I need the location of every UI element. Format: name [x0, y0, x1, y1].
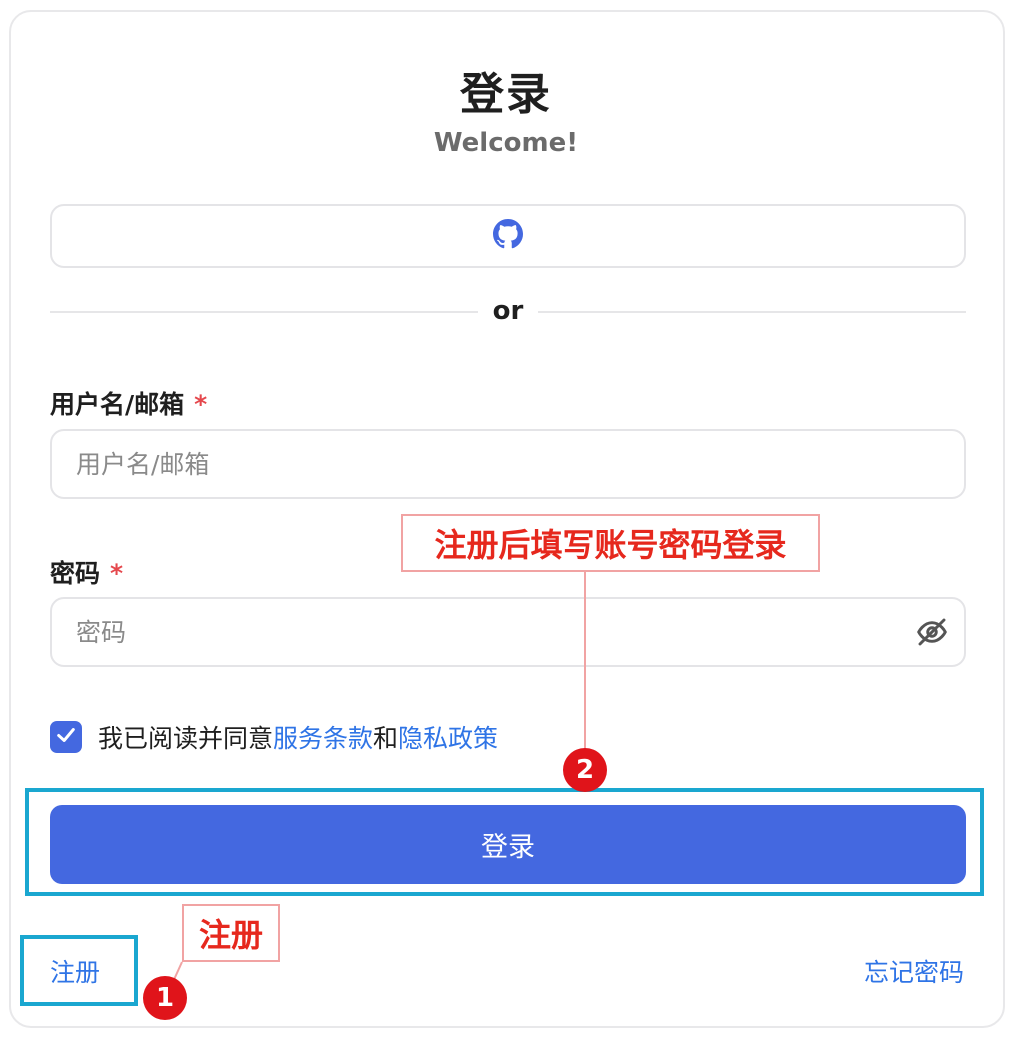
highlight-register-link	[20, 935, 138, 1006]
highlight-login-button	[25, 788, 984, 896]
step-badge-1: 1	[143, 976, 187, 1020]
callout-step1: 注册	[182, 904, 280, 962]
callout-step2: 注册后填写账号密码登录	[401, 514, 820, 572]
step-badge-2: 2	[563, 748, 607, 792]
